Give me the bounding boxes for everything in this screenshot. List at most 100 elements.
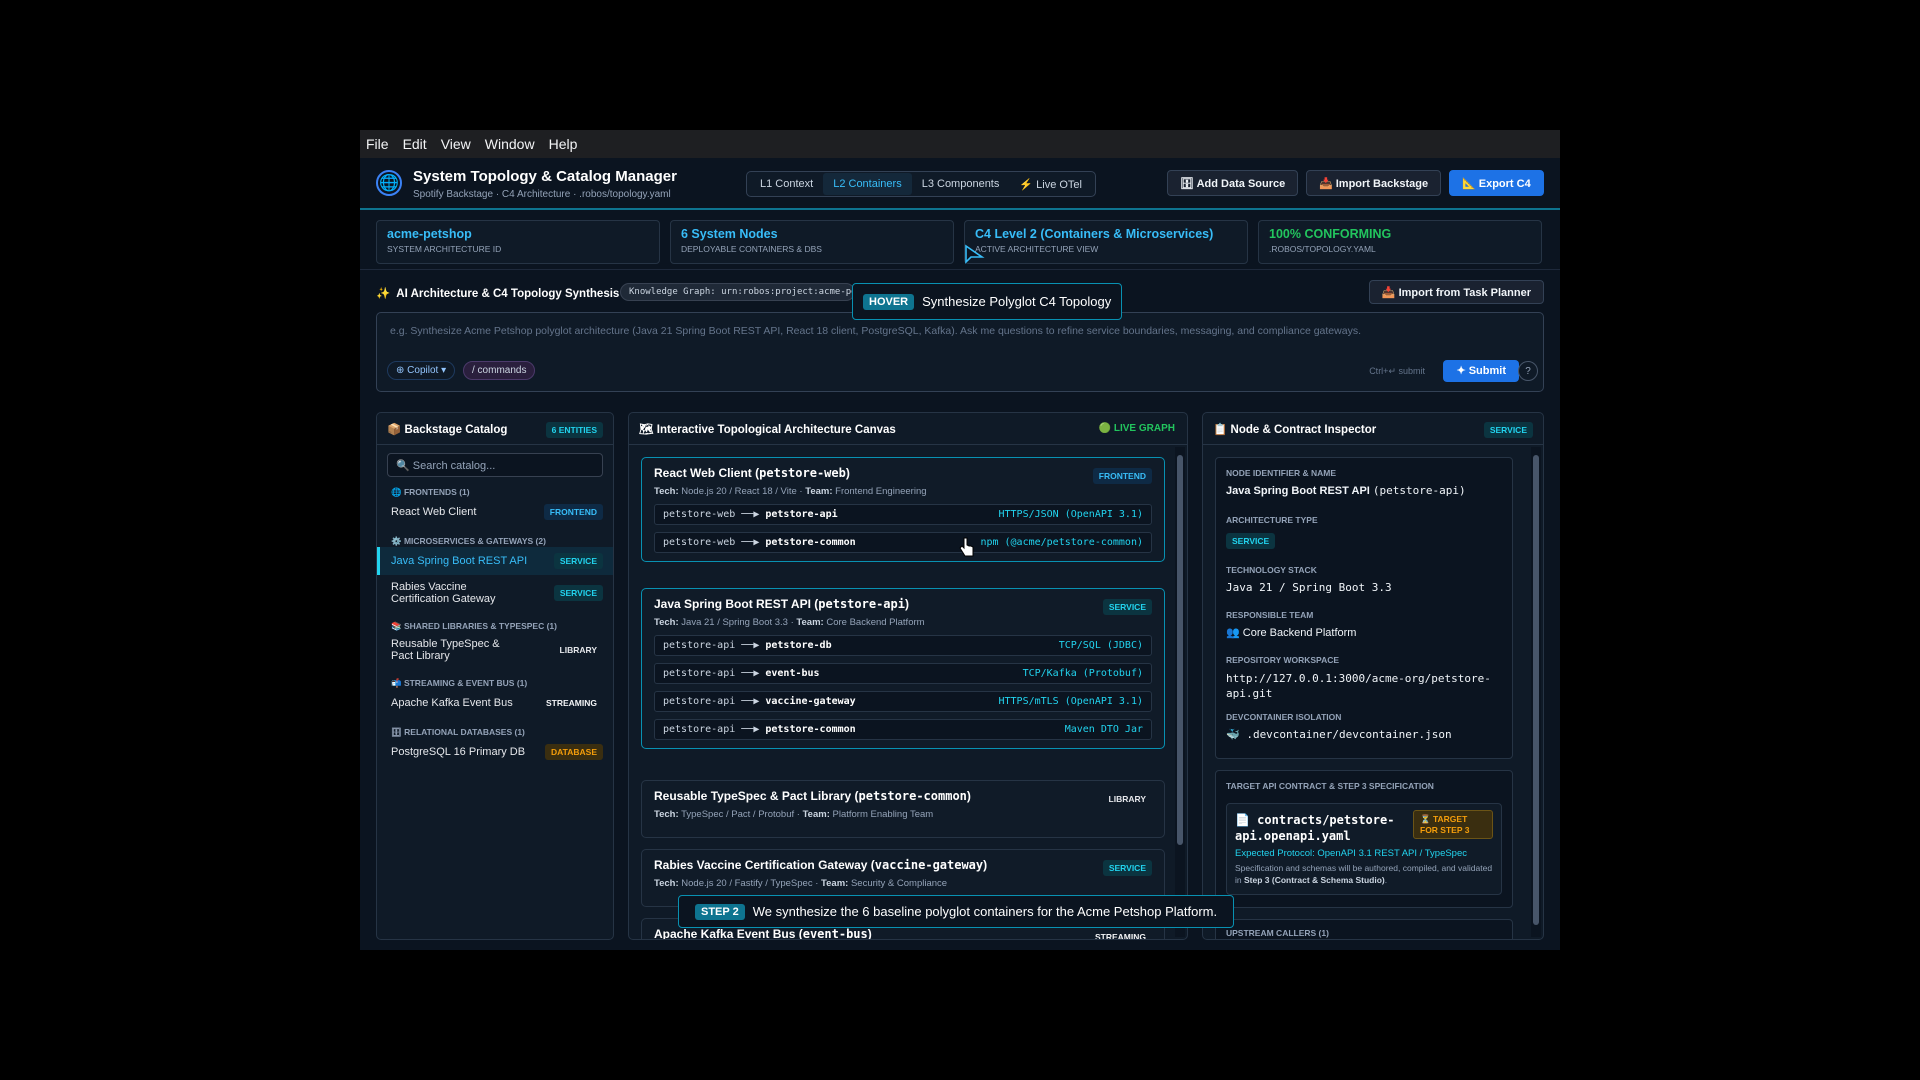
group-relational-databases: 🗄 RELATIONAL DATABASES (1) [391, 727, 525, 737]
scrollbar-thumb[interactable] [1533, 455, 1539, 925]
field-label: UPSTREAM CALLERS (1) [1226, 928, 1329, 938]
node-type-badge: LIBRARY [1108, 794, 1146, 804]
node-name: Apache Kafka Event Bus [654, 927, 796, 940]
node-type-badge: STREAMING [1095, 932, 1146, 940]
catalog-item-typespec-library[interactable]: Reusable TypeSpec & Pact Library LIBRARY [377, 632, 613, 668]
target-step3-badge: ⏳ TARGET FOR STEP 3 [1413, 810, 1493, 839]
repo-link[interactable]: http://127.0.0.1:3000/acme-org/petstore-… [1226, 671, 1502, 702]
import-task-planner-button[interactable]: 📥 Import from Task Planner [1368, 280, 1544, 304]
stat-value: C4 Level 2 (Containers & Microservices) [975, 227, 1214, 241]
catalog-item-react-web-client[interactable]: React Web Client FRONTEND [377, 498, 613, 526]
app-title: System Topology & Catalog Manager [413, 168, 677, 185]
menu-view[interactable]: View [441, 136, 471, 152]
edge-to: event-bus [765, 668, 820, 679]
catalog-item-kafka-event-bus[interactable]: Apache Kafka Event Bus STREAMING [377, 689, 613, 717]
stat-value: 100% CONFORMING [1269, 227, 1392, 241]
menu-window[interactable]: Window [485, 136, 535, 152]
node-card-petstore-api[interactable]: Java Spring Boot REST API (petstore-api)… [641, 588, 1165, 749]
node-tech: Node.js 20 / React 18 / Vite [681, 486, 797, 497]
contract-section: TARGET API CONTRACT & STEP 3 SPECIFICATI… [1215, 770, 1513, 908]
submit-button[interactable]: ✦ Submit [1443, 360, 1519, 382]
inspector-title: 📋 Node & Contract Inspector [1213, 423, 1377, 436]
group-shared-libraries: 📚 SHARED LIBRARIES & TYPESPEC (1) [391, 621, 557, 631]
edge-row[interactable]: petstore-web ──▶ petstore-common npm (@ac… [654, 532, 1152, 553]
field-label: TARGET API CONTRACT & STEP 3 SPECIFICATI… [1226, 781, 1434, 791]
edge-from: petstore-api [663, 724, 736, 735]
tab-l2-containers[interactable]: L2 Containers [823, 173, 912, 195]
edge-arrow: ──▶ [741, 509, 760, 520]
catalog-title: 📦 Backstage Catalog [387, 423, 508, 436]
node-name-value: Java Spring Boot REST API (petstore-api) [1226, 484, 1502, 497]
edge-arrow: ──▶ [741, 537, 760, 548]
knowledge-graph-chip[interactable]: Knowledge Graph: urn:robos:project:acme-… [620, 283, 855, 301]
node-type-badge: SERVICE [1102, 860, 1152, 876]
app-subtitle: Spotify Backstage · C4 Architecture · .r… [413, 189, 671, 200]
node-card-petstore-web[interactable]: React Web Client (petstore-web) FRONTEND… [641, 457, 1165, 562]
spec-note: Specification and schemas will be author… [1235, 863, 1493, 885]
node-id: (petstore-api) [1372, 484, 1466, 497]
edge-row[interactable]: petstore-api ──▶ vaccine-gateway HTTPS/mT… [654, 691, 1152, 712]
field-label: TECHNOLOGY STACK [1226, 565, 1317, 575]
hover-tooltip: HOVER Synthesize Polyglot C4 Topology [852, 283, 1123, 320]
edge-row[interactable]: petstore-api ──▶ event-bus TCP/Kafka (Pro… [654, 663, 1152, 684]
spec-step: Step 3 (Contract & Schema Studio) [1244, 874, 1385, 885]
field-label: NODE IDENTIFIER & NAME [1226, 468, 1337, 478]
menu-bar: File Edit View Window Help [360, 130, 1560, 158]
catalog-item-postgresql[interactable]: PostgreSQL 16 Primary DB DATABASE [377, 738, 613, 766]
tech-label: Tech: [654, 878, 679, 889]
team-label: Team: [821, 878, 849, 889]
add-data-source-button[interactable]: 🗄 Add Data Source [1167, 170, 1299, 196]
catalog-item-label: Rabies Vaccine Certification Gateway [391, 581, 496, 605]
menu-help[interactable]: Help [549, 136, 578, 152]
catalog-header: 📦 Backstage Catalog 6 Entities [377, 413, 613, 445]
upstream-callers-section[interactable]: UPSTREAM CALLERS (1) [1215, 919, 1513, 939]
tech-label: Tech: [654, 486, 679, 497]
expected-protocol: Expected Protocol: OpenAPI 3.1 REST API … [1235, 848, 1468, 860]
edge-protocol: HTTPS/JSON (OpenAPI 3.1) [998, 509, 1144, 520]
commands-button[interactable]: / commands [463, 361, 536, 380]
catalog-item-vaccine-gateway[interactable]: Rabies Vaccine Certification Gateway SERV… [377, 575, 613, 611]
catalog-item-spring-boot-api[interactable]: Java Spring Boot REST API SERVICE [377, 547, 613, 575]
node-inspector-panel: 📋 Node & Contract Inspector SERVICE NODE… [1202, 412, 1544, 940]
edge-protocol: npm (@acme/petstore-common) [980, 537, 1143, 548]
menu-edit[interactable]: Edit [403, 136, 427, 152]
edge-arrow: ──▶ [741, 724, 760, 735]
ai-prompt-input[interactable]: e.g. Synthesize Acme Petshop polyglot ar… [376, 312, 1544, 392]
stat-system-id: acme-petshop SYSTEM ARCHITECTURE ID [376, 220, 660, 264]
scrollbar-thumb[interactable] [1177, 455, 1183, 845]
canvas-scrollbar[interactable] [1175, 447, 1185, 937]
hand-pointer-icon [959, 537, 974, 557]
type-badge: STREAMING [546, 698, 597, 708]
node-team: Core Backend Platform [826, 617, 925, 628]
field-label: ARCHITECTURE TYPE [1226, 515, 1318, 525]
node-meta: Tech: Java 21 / Spring Boot 3.3 · Team: … [654, 617, 925, 628]
contract-card[interactable]: 📄 contracts/petstore-api.openapi.yaml ⏳ … [1226, 803, 1502, 895]
export-c4-button[interactable]: 📐 Export C4 [1449, 170, 1544, 196]
edge-row[interactable]: petstore-web ──▶ petstore-api HTTPS/JSON … [654, 504, 1152, 525]
edge-row[interactable]: petstore-api ──▶ petstore-db TCP/SQL (JDB… [654, 635, 1152, 656]
node-card-petstore-common[interactable]: Reusable TypeSpec & Pact Library (petsto… [641, 780, 1165, 838]
edge-from: petstore-web [663, 537, 736, 548]
import-backstage-button[interactable]: 📥 Import Backstage [1306, 170, 1442, 196]
inspector-header: 📋 Node & Contract Inspector SERVICE [1203, 413, 1543, 445]
menu-file[interactable]: File [366, 136, 389, 152]
step-tag: STEP 2 [695, 903, 745, 920]
node-id: petstore-common [858, 789, 967, 803]
help-button[interactable]: ? [1518, 361, 1538, 381]
edge-from: petstore-api [663, 696, 736, 707]
stat-conformance: 100% CONFORMING .ROBOS/TOPOLOGY.YAML [1258, 220, 1542, 264]
inspector-scrollbar[interactable] [1531, 447, 1541, 937]
node-details-section: NODE IDENTIFIER & NAME Java Spring Boot … [1215, 457, 1513, 759]
tab-l1-context[interactable]: L1 Context [750, 173, 823, 195]
edge-row[interactable]: petstore-api ──▶ petstore-common Maven DT… [654, 719, 1152, 740]
step-tooltip: STEP 2 We synthesize the 6 baseline poly… [678, 895, 1235, 928]
node-id: petstore-web [759, 466, 846, 480]
copilot-selector[interactable]: ⊕ Copilot ▾ [387, 361, 456, 380]
canvas-header: 🗺 Interactive Topological Architecture C… [629, 413, 1187, 445]
type-badge: DATABASE [545, 744, 603, 760]
tab-live-otel[interactable]: ⚡ Live OTel [1009, 173, 1092, 196]
node-name: Java Spring Boot REST API [1226, 485, 1370, 497]
tab-l3-components[interactable]: L3 Components [912, 173, 1010, 195]
type-badge: SERVICE [553, 585, 603, 601]
catalog-search-input[interactable]: 🔍 Search catalog... [387, 453, 603, 477]
